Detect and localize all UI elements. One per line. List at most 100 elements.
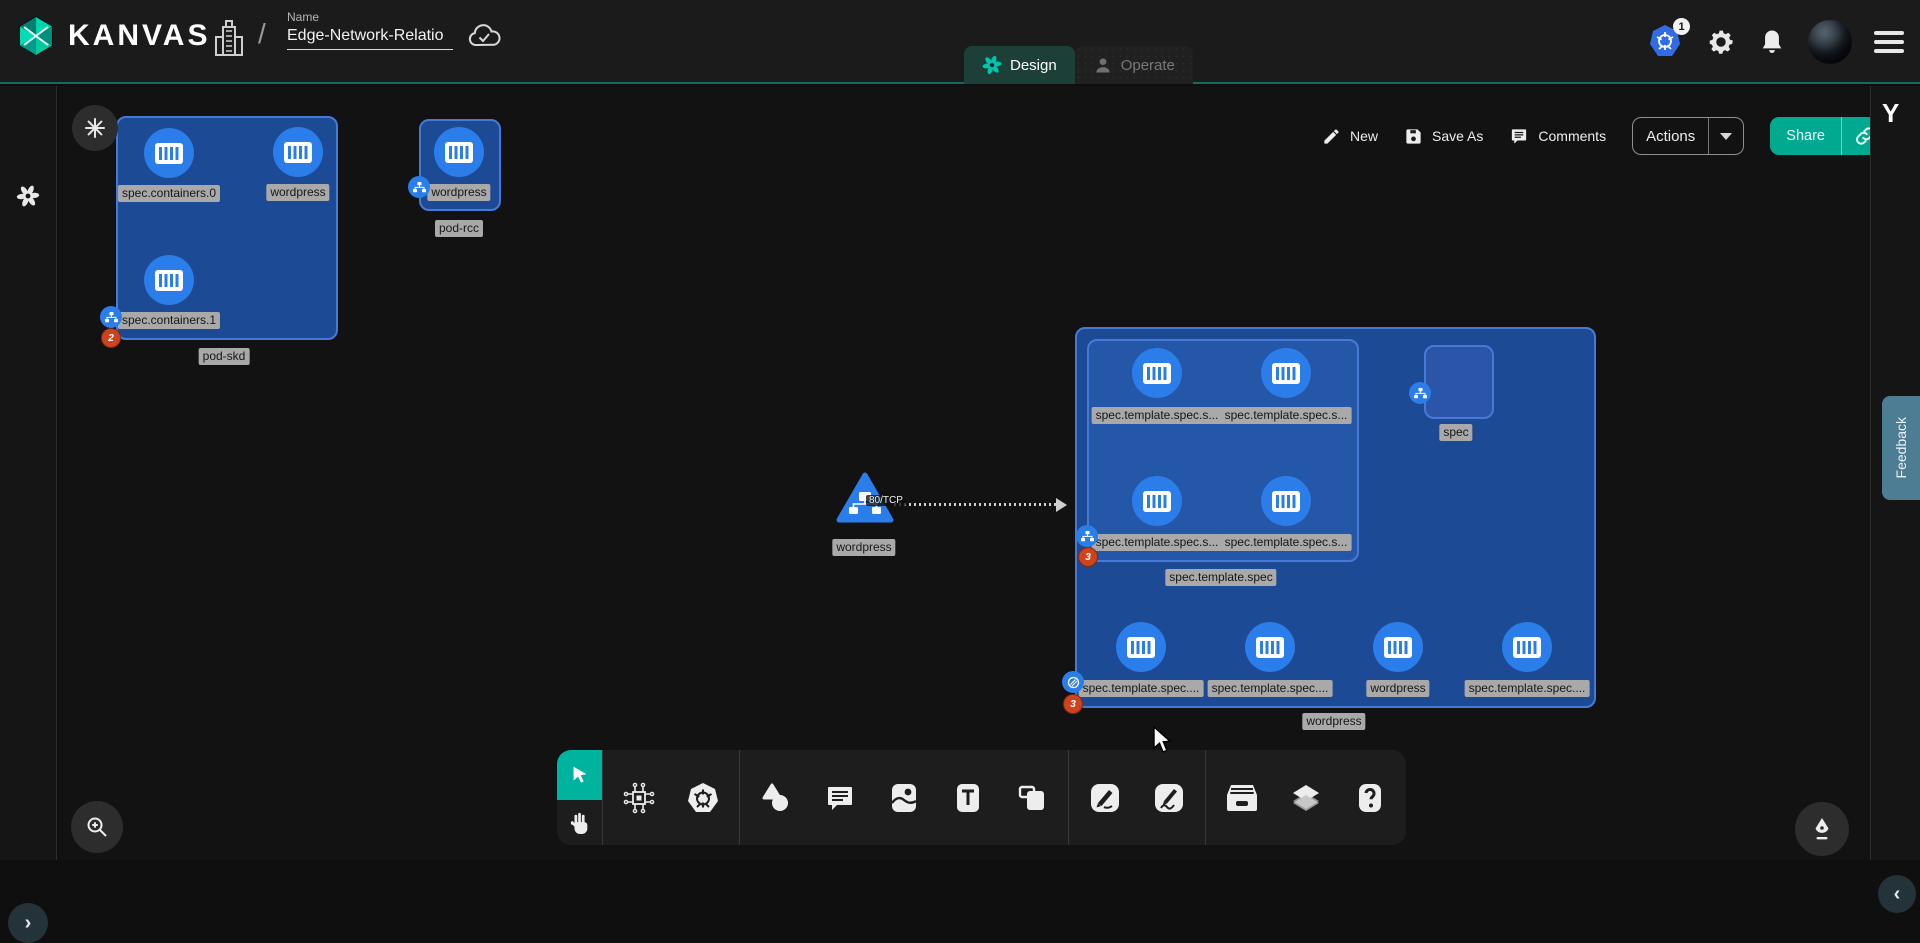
chevron-right-icon: › (25, 912, 32, 935)
container-icon (445, 142, 473, 163)
tool-drawer[interactable] (1220, 770, 1264, 826)
save-as-button[interactable]: Save As (1404, 127, 1483, 146)
container-icon (1272, 491, 1300, 512)
node-template-container-3[interactable] (1261, 476, 1311, 526)
notifications-bell-icon[interactable] (1758, 27, 1786, 57)
issue-count-badge[interactable]: 3 (1064, 695, 1082, 713)
save-floppy-icon (1404, 127, 1423, 146)
tool-pan[interactable] (557, 800, 602, 845)
ink-pen-button[interactable] (1795, 802, 1849, 856)
right-panel-glyph-icon[interactable]: Y (1882, 98, 1899, 129)
tool-draw-freehand[interactable] (1147, 770, 1191, 826)
node-label: spec.template.spec.s... (1221, 534, 1352, 551)
tab-design[interactable]: Design (964, 46, 1075, 84)
expand-left-panel-button[interactable]: › (8, 903, 48, 943)
loading-swirl-icon (16, 184, 40, 208)
dock-group-infrastructure (602, 750, 739, 845)
actions-caret[interactable] (1708, 118, 1743, 154)
node-spec-containers-1[interactable] (144, 255, 194, 305)
node-wordpress-container[interactable] (434, 127, 484, 177)
component-chip-icon (622, 781, 656, 815)
shapes-icon (759, 781, 793, 815)
comments-button[interactable]: Comments (1509, 127, 1606, 146)
node-bottom-container-2[interactable] (1373, 622, 1423, 672)
node-label: spec.template.spec.s... (1092, 407, 1223, 424)
group-label: spec.template.spec (1165, 569, 1276, 586)
dock-group-misc (1205, 750, 1406, 845)
group-label: pod-skd (199, 348, 250, 365)
save-as-label: Save As (1432, 128, 1483, 144)
pen-nib-icon (1810, 816, 1834, 842)
pod-kind-icon[interactable] (1409, 382, 1431, 404)
tool-media[interactable] (882, 770, 926, 826)
issue-count-badge[interactable]: 2 (102, 329, 120, 347)
pod-kind-icon[interactable] (1076, 525, 1098, 547)
node-spec-containers-0[interactable] (144, 128, 194, 178)
container-icon (1127, 637, 1155, 658)
new-button[interactable]: New (1322, 127, 1378, 146)
tool-help[interactable] (1348, 770, 1392, 826)
dock-pointer-column (557, 750, 602, 845)
edge-service-to-deployment[interactable] (894, 503, 1058, 506)
expand-right-panel-button[interactable]: ‹ (1878, 875, 1916, 913)
node-label: spec.containers.1 (118, 312, 220, 329)
group-spec-template-spec[interactable] (1087, 339, 1359, 562)
node-bottom-container-3[interactable] (1502, 622, 1552, 672)
menu-hamburger-icon[interactable] (1874, 31, 1904, 53)
tab-operate[interactable]: Operate (1075, 46, 1193, 84)
app-header: KANVAS / Name Edge-Network-Relatio (0, 0, 1920, 84)
tool-cursor[interactable] (557, 750, 602, 800)
deployment-kind-icon[interactable] (1062, 671, 1084, 693)
design-actions-row: New Save As Comments Actions Share (1322, 116, 1888, 156)
node-bottom-container-1[interactable] (1245, 622, 1295, 672)
user-avatar[interactable] (1808, 20, 1852, 64)
image-media-icon (888, 781, 920, 815)
left-rail: › (0, 86, 57, 860)
snowflake-view-button[interactable] (72, 105, 118, 151)
dock-group-draw (1068, 750, 1205, 845)
tool-component[interactable] (617, 770, 661, 826)
edge-arrowhead (1056, 498, 1067, 512)
design-tab-label: Design (1010, 57, 1057, 74)
organization-building-icon[interactable] (212, 17, 246, 61)
node-label: spec.template.spec.... (1208, 680, 1333, 697)
container-icon (1272, 363, 1300, 384)
node-template-container-2[interactable] (1132, 476, 1182, 526)
pod-kind-icon[interactable] (408, 176, 430, 198)
feedback-tab[interactable]: Feedback (1882, 396, 1920, 500)
zoom-button[interactable] (71, 801, 123, 853)
kanvas-logo[interactable]: KANVAS (14, 14, 210, 58)
node-spec[interactable] (1424, 345, 1494, 419)
tool-shapes[interactable] (754, 770, 798, 826)
tool-text[interactable] (946, 770, 990, 826)
issue-count-badge[interactable]: 3 (1079, 548, 1097, 566)
dock-group-annotate (739, 750, 1068, 845)
node-label: wordpress (266, 184, 329, 201)
node-template-container-1[interactable] (1261, 348, 1311, 398)
kubernetes-context-button[interactable]: 1 (1648, 23, 1684, 61)
tool-layers[interactable] (1284, 770, 1328, 826)
pod-kind-icon[interactable] (100, 306, 122, 328)
operate-tab-icon (1093, 55, 1113, 75)
node-label: spec.containers.0 (118, 185, 220, 202)
snowflake-icon (84, 117, 106, 139)
node-bottom-container-0[interactable] (1116, 622, 1166, 672)
logo-text: KANVAS (68, 19, 210, 53)
actions-dropdown-button[interactable]: Actions (1632, 117, 1744, 155)
node-label: spec.template.spec.s... (1092, 534, 1223, 551)
chevron-down-icon (1720, 133, 1732, 140)
chevron-left-icon: ‹ (1894, 883, 1901, 906)
tool-note[interactable] (1010, 770, 1054, 826)
kanvas-hexagon-icon (14, 14, 58, 58)
tool-edit-line[interactable] (1083, 770, 1127, 826)
design-tab-icon (982, 55, 1002, 75)
node-wordpress-container[interactable] (273, 127, 323, 177)
tool-kubernetes[interactable] (681, 770, 725, 826)
node-template-container-0[interactable] (1132, 348, 1182, 398)
tool-comment[interactable] (818, 770, 862, 826)
cursor-arrow-icon (569, 764, 591, 786)
settings-gear-icon[interactable] (1706, 27, 1736, 57)
layers-icon (1288, 781, 1324, 815)
edge-port-label: 80/TCP (866, 495, 906, 506)
design-name-input[interactable]: Edge-Network-Relatio (287, 27, 453, 50)
